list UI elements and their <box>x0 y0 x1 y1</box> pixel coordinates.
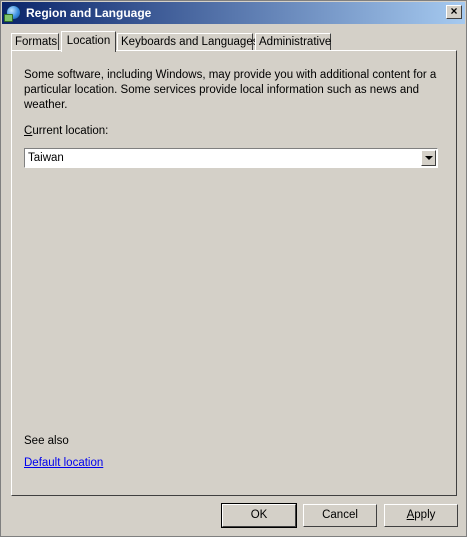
chevron-down-icon[interactable] <box>421 150 436 166</box>
default-location-link[interactable]: Default location <box>24 457 103 469</box>
see-also-heading: See also <box>24 435 69 447</box>
apply-button[interactable]: Apply <box>384 504 458 527</box>
tab-keyboards-and-languages[interactable]: Keyboards and Languages <box>117 33 258 51</box>
location-tab-panel: Some software, including Windows, may pr… <box>11 50 457 496</box>
tab-formats[interactable]: Formats <box>11 33 59 51</box>
current-location-label-text: urrent location: <box>32 125 109 137</box>
current-location-value: Taiwan <box>28 152 64 164</box>
tab-location[interactable]: Location <box>61 31 116 52</box>
tab-administrative[interactable]: Administrative <box>255 33 331 51</box>
close-button[interactable]: × <box>446 5 462 19</box>
apply-label-text: pply <box>414 509 436 521</box>
close-icon: × <box>450 4 458 18</box>
globe-icon <box>4 5 21 22</box>
window-title: Region and Language <box>26 6 152 20</box>
region-language-window: Region and Language × Formats Location K… <box>0 0 467 537</box>
cancel-button[interactable]: Cancel <box>303 504 377 527</box>
title-bar[interactable]: Region and Language × <box>2 2 465 24</box>
ok-button[interactable]: OK <box>221 503 297 528</box>
current-location-dropdown[interactable]: Taiwan <box>24 148 438 168</box>
current-location-label: Current location: <box>24 125 108 137</box>
location-intro-text: Some software, including Windows, may pr… <box>24 69 437 111</box>
